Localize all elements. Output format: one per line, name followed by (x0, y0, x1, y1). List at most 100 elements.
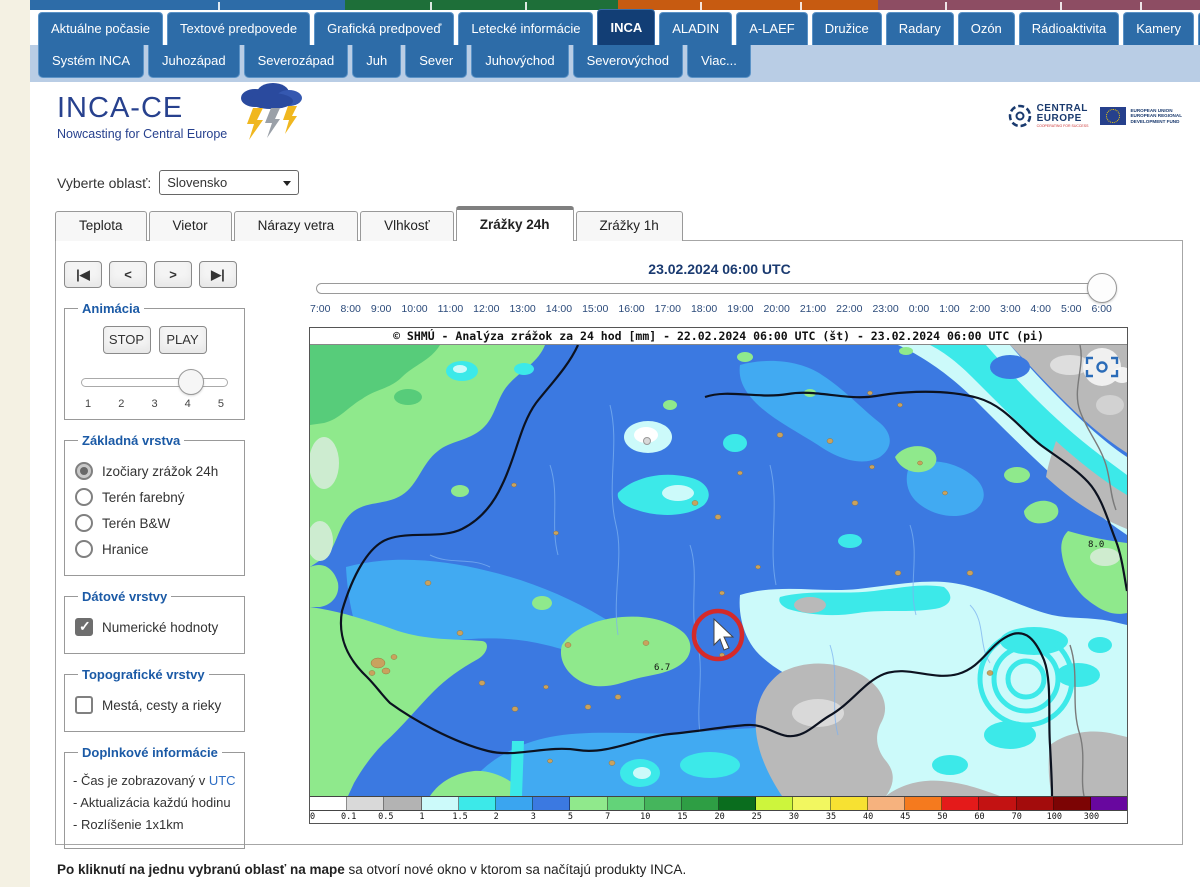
speed-slider-track[interactable] (81, 378, 228, 387)
strip-separator (800, 2, 802, 10)
utc-link[interactable]: UTC (209, 773, 236, 788)
radio-icon[interactable] (75, 462, 93, 480)
play-button[interactable]: PLAY (159, 326, 207, 354)
sub-nav-tab[interactable]: Viac... (687, 45, 751, 78)
checkbox-icon[interactable] (75, 618, 93, 636)
legend-label: 7 (607, 811, 644, 823)
category-strip-segment (345, 0, 618, 10)
legend-label: 45 (904, 811, 941, 823)
step-button[interactable]: |◀ (64, 261, 102, 288)
legend-label: 5 (570, 811, 607, 823)
speed-tick-label: 5 (218, 398, 224, 410)
product-tab[interactable]: Teplota (55, 211, 147, 241)
step-button[interactable]: < (109, 261, 147, 288)
map-focus-button[interactable] (1083, 348, 1121, 386)
legend-label: 30 (793, 811, 830, 823)
topo-layer-options: Mestá, cesty a rieky (73, 696, 236, 714)
timeline-tick-label: 13:00 (509, 303, 535, 315)
region-select-value: Slovensko (167, 175, 227, 190)
animation-fieldset: Animácia STOP PLAY 12345 (64, 301, 245, 420)
speed-slider[interactable] (81, 370, 228, 396)
main-nav-tab[interactable]: Letecké informácie (458, 12, 593, 45)
legend-color-cell (942, 797, 979, 810)
map-image[interactable]: 6.7 8.0 (310, 345, 1127, 796)
radio-icon[interactable] (75, 488, 93, 506)
strip-separator (218, 2, 220, 10)
product-tab[interactable]: Vietor (149, 211, 232, 241)
radio-icon[interactable] (75, 514, 93, 532)
checkbox-icon[interactable] (75, 696, 93, 714)
sub-nav-tab[interactable]: Severozápad (244, 45, 349, 78)
legend-label: 300 (1090, 811, 1127, 823)
inca-ce-logo: INCA-CE Nowcasting for Central Europe (57, 92, 311, 144)
topo-layer-option-label: Mestá, cesty a rieky (102, 698, 221, 713)
speed-slider-handle[interactable] (178, 369, 204, 395)
legend-label: 3 (533, 811, 570, 823)
stop-button[interactable]: STOP (103, 326, 151, 354)
legend-color-cell (310, 797, 347, 810)
sub-nav-tab[interactable]: Systém INCA (38, 45, 144, 78)
data-layer-option[interactable]: Numerické hodnoty (75, 618, 234, 636)
category-strip-segment (618, 0, 878, 10)
product-tab[interactable]: Zrážky 24h (456, 206, 574, 241)
main-nav-tab[interactable]: Radary (886, 12, 954, 45)
map-value-label: 8.0 (1088, 540, 1104, 550)
main-nav-tab[interactable]: ALADIN (659, 12, 732, 45)
logo-title: INCA-CE (57, 92, 227, 125)
base-layer-option[interactable]: Izočiary zrážok 24h (75, 462, 234, 480)
main-nav-tab[interactable]: Grafická predpoveď (314, 12, 454, 45)
main-nav-tab[interactable]: Aktuálne počasie (38, 12, 163, 45)
legend-color-cell (645, 797, 682, 810)
central-europe-swirl-icon (1007, 103, 1033, 129)
product-tab[interactable]: Nárazy vetra (234, 211, 359, 241)
data-layer-option-label: Numerické hodnoty (102, 620, 218, 635)
main-nav-tab[interactable]: Textové predpovede (167, 12, 310, 45)
timeline-tick-label: 6:00 (1091, 303, 1111, 315)
topo-layers-legend: Topografické vrstvy (78, 667, 209, 682)
precipitation-map[interactable]: © SHMÚ - Analýza zrážok za 24 hod [mm] -… (309, 327, 1128, 824)
main-nav-tab[interactable]: Ozón (958, 12, 1015, 45)
sub-nav-tab[interactable]: Juhovýchod (471, 45, 568, 78)
timeline-slider-track[interactable] (316, 283, 1115, 294)
step-button[interactable]: ▶| (199, 261, 237, 288)
legend-color-cell (459, 797, 496, 810)
topo-layer-option[interactable]: Mestá, cesty a rieky (75, 696, 234, 714)
strip-separator (700, 2, 702, 10)
product-tabs: TeplotaVietorNárazy vetraVlhkosťZrážky 2… (55, 211, 683, 241)
sub-nav-tab[interactable]: Sever (405, 45, 467, 78)
legend-color-cell (422, 797, 459, 810)
legend-label: 1.5 (459, 811, 496, 823)
base-layer-option[interactable]: Terén farebný (75, 488, 234, 506)
base-layer-option[interactable]: Hranice (75, 540, 234, 558)
main-nav-tab[interactable]: INCA (597, 9, 655, 45)
sub-nav-tab[interactable]: Juh (352, 45, 401, 78)
product-tab[interactable]: Vlhkosť (360, 211, 454, 241)
data-layers-legend: Dátové vrstvy (78, 589, 171, 604)
sub-nav-tab[interactable]: Severovýchod (573, 45, 683, 78)
region-select[interactable]: Slovensko (159, 170, 299, 195)
main-nav-tab[interactable]: Kamery (1123, 12, 1194, 45)
legend-label: 0.5 (384, 811, 421, 823)
main-nav-tab[interactable]: Rádioaktivita (1019, 12, 1119, 45)
map-value-label: 6.7 (654, 663, 670, 673)
main-nav-tab[interactable]: A-LAEF (736, 12, 808, 45)
legend-label: 35 (830, 811, 867, 823)
legend-color-cell (496, 797, 533, 810)
base-layer-legend: Základná vrstva (78, 433, 184, 448)
footer-note-rest: sa otvorí nové okno v ktorom sa načítajú… (345, 862, 686, 877)
radio-icon[interactable] (75, 540, 93, 558)
timeline-slider-handle[interactable] (1087, 273, 1117, 303)
step-button[interactable]: > (154, 261, 192, 288)
sub-nav-tab[interactable]: Juhozápad (148, 45, 240, 78)
legend-label: 25 (756, 811, 793, 823)
timeline-tick-label: 7:00 (310, 303, 330, 315)
legend-label: 50 (941, 811, 978, 823)
main-nav-tab[interactable]: Družice (812, 12, 882, 45)
strip-separator (1140, 2, 1142, 10)
legend-color-cell (1054, 797, 1091, 810)
timeline-slider[interactable] (316, 283, 1115, 295)
legend-color-cell (905, 797, 942, 810)
timeline-tick-label: 16:00 (618, 303, 644, 315)
base-layer-option[interactable]: Terén B&W (75, 514, 234, 532)
product-tab[interactable]: Zrážky 1h (576, 211, 683, 241)
